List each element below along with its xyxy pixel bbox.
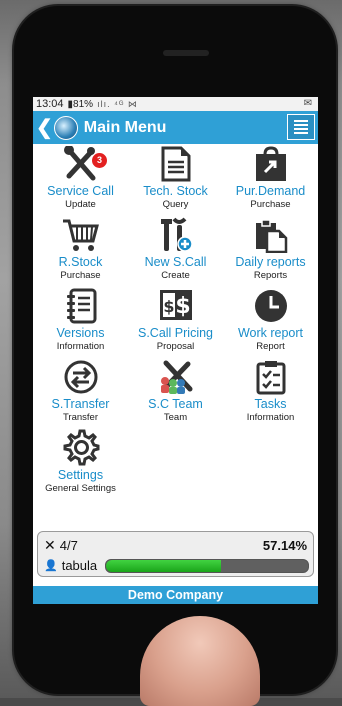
tile-sublabel: Report xyxy=(256,341,285,352)
tools-icon: 3 xyxy=(33,144,128,182)
status-time: 13:04 xyxy=(36,98,64,110)
tile-label: S.Transfer xyxy=(51,397,110,411)
tile-work-report[interactable]: Work report Report xyxy=(223,286,318,357)
tile-sublabel: Purchase xyxy=(250,199,291,210)
clipboard-copy-icon xyxy=(223,215,318,253)
tile-versions[interactable]: Versions Information xyxy=(33,286,128,357)
tile-new-s-call[interactable]: New S.Call Create xyxy=(128,215,223,286)
tile-sublabel: Proposal xyxy=(156,341,195,352)
tile-s-c-team[interactable]: S.C Team Team xyxy=(128,357,223,428)
tile-sublabel: Create xyxy=(161,270,190,281)
cart-icon xyxy=(33,215,128,253)
shopping-bag-icon xyxy=(223,144,318,182)
user-name: tabula xyxy=(61,558,98,573)
tasks-clipboard-icon xyxy=(223,357,318,395)
menu-icon-line xyxy=(294,124,308,126)
gear-icon xyxy=(33,428,128,466)
tile-service-call[interactable]: 3 Service Call Update xyxy=(33,144,128,215)
tile-label: S.C Team xyxy=(148,397,203,411)
battery-icon: ▮81% xyxy=(67,98,94,110)
tools-icon: ✕ xyxy=(44,537,56,553)
menu-button[interactable] xyxy=(287,114,315,140)
tile-s-call-pricing[interactable]: $ $ S.Call Pricing Proposal xyxy=(128,286,223,357)
progress-panel: ✕ 4/7 57.14% 👤 tabula xyxy=(37,531,314,577)
new-tools-icon xyxy=(128,215,223,253)
svg-text:$: $ xyxy=(175,294,190,319)
tile-sublabel: Purchase xyxy=(60,270,101,281)
tile-sublabel: Information xyxy=(246,412,295,423)
tile-sublabel: Reports xyxy=(253,270,288,281)
back-button[interactable]: ❮ xyxy=(33,115,78,140)
progress-percent: 57.14% xyxy=(262,538,307,553)
team-icon xyxy=(128,357,223,395)
tile-label: S.Call Pricing xyxy=(137,326,214,340)
tile-label: Service Call xyxy=(47,184,114,198)
progress-count: 4/7 xyxy=(59,538,78,553)
menu-icon xyxy=(294,120,308,122)
app-screen: 13:04 ▮81% ılı. ⁴ᴳ ⋈ ✉ ❮ Main Menu 3 Ser… xyxy=(33,97,318,604)
tile-sublabel: Team xyxy=(163,412,188,423)
company-footer: Demo Company xyxy=(33,586,318,604)
tile-sublabel: Information xyxy=(56,341,105,352)
document-icon xyxy=(128,144,223,182)
transfer-icon xyxy=(33,357,128,395)
tile-sublabel: General Settings xyxy=(45,483,116,494)
tile-sublabel: Query xyxy=(162,199,189,210)
clock-icon xyxy=(223,286,318,324)
tile-label: Versions xyxy=(56,326,105,340)
tile-label: Daily reports xyxy=(235,255,306,269)
back-chevron-icon: ❮ xyxy=(36,116,53,139)
globe-icon xyxy=(53,115,78,140)
tile-settings[interactable]: Settings General Settings xyxy=(33,428,128,499)
tile-label: Pur.Demand xyxy=(235,184,306,198)
tile-r-stock[interactable]: R.Stock Purchase xyxy=(33,215,128,286)
tile-pur-demand[interactable]: Pur.Demand Purchase xyxy=(223,144,318,215)
user-icon: 👤 xyxy=(44,560,58,572)
mail-icon: ✉ xyxy=(303,98,312,109)
phone-speaker xyxy=(163,50,209,56)
tile-sublabel: Transfer xyxy=(62,412,99,423)
notification-badge: 3 xyxy=(91,152,108,169)
tile-label: Tasks xyxy=(254,397,287,411)
tile-label: Tech. Stock xyxy=(143,184,208,198)
svg-text:$: $ xyxy=(163,297,174,316)
progress-bar xyxy=(105,558,309,573)
tile-tech-stock[interactable]: Tech. Stock Query xyxy=(128,144,223,215)
user-progress-row: 👤 tabula xyxy=(44,558,309,573)
progress-summary: ✕ 4/7 57.14% xyxy=(44,537,307,554)
signal-icons: ılı. ⁴ᴳ ⋈ xyxy=(97,98,138,109)
battery-level: 81% xyxy=(73,98,94,110)
menu-icon-line xyxy=(294,132,308,134)
menu-icon-line xyxy=(294,128,308,130)
tile-label: New S.Call xyxy=(144,255,207,269)
tile-tasks[interactable]: Tasks Information xyxy=(223,357,318,428)
tile-s-transfer[interactable]: S.Transfer Transfer xyxy=(33,357,128,428)
page-title: Main Menu xyxy=(83,118,167,136)
notebook-icon xyxy=(33,286,128,324)
pricing-icon: $ $ xyxy=(128,286,223,324)
tile-label: R.Stock xyxy=(58,255,103,269)
tile-daily-reports[interactable]: Daily reports Reports xyxy=(223,215,318,286)
progress-bar-fill xyxy=(106,559,222,572)
title-bar: ❮ Main Menu xyxy=(33,111,318,144)
tile-label: Work report xyxy=(237,326,304,340)
tile-label: Settings xyxy=(57,468,104,482)
status-bar: 13:04 ▮81% ılı. ⁴ᴳ ⋈ ✉ xyxy=(33,97,318,111)
tile-sublabel: Update xyxy=(65,199,96,210)
